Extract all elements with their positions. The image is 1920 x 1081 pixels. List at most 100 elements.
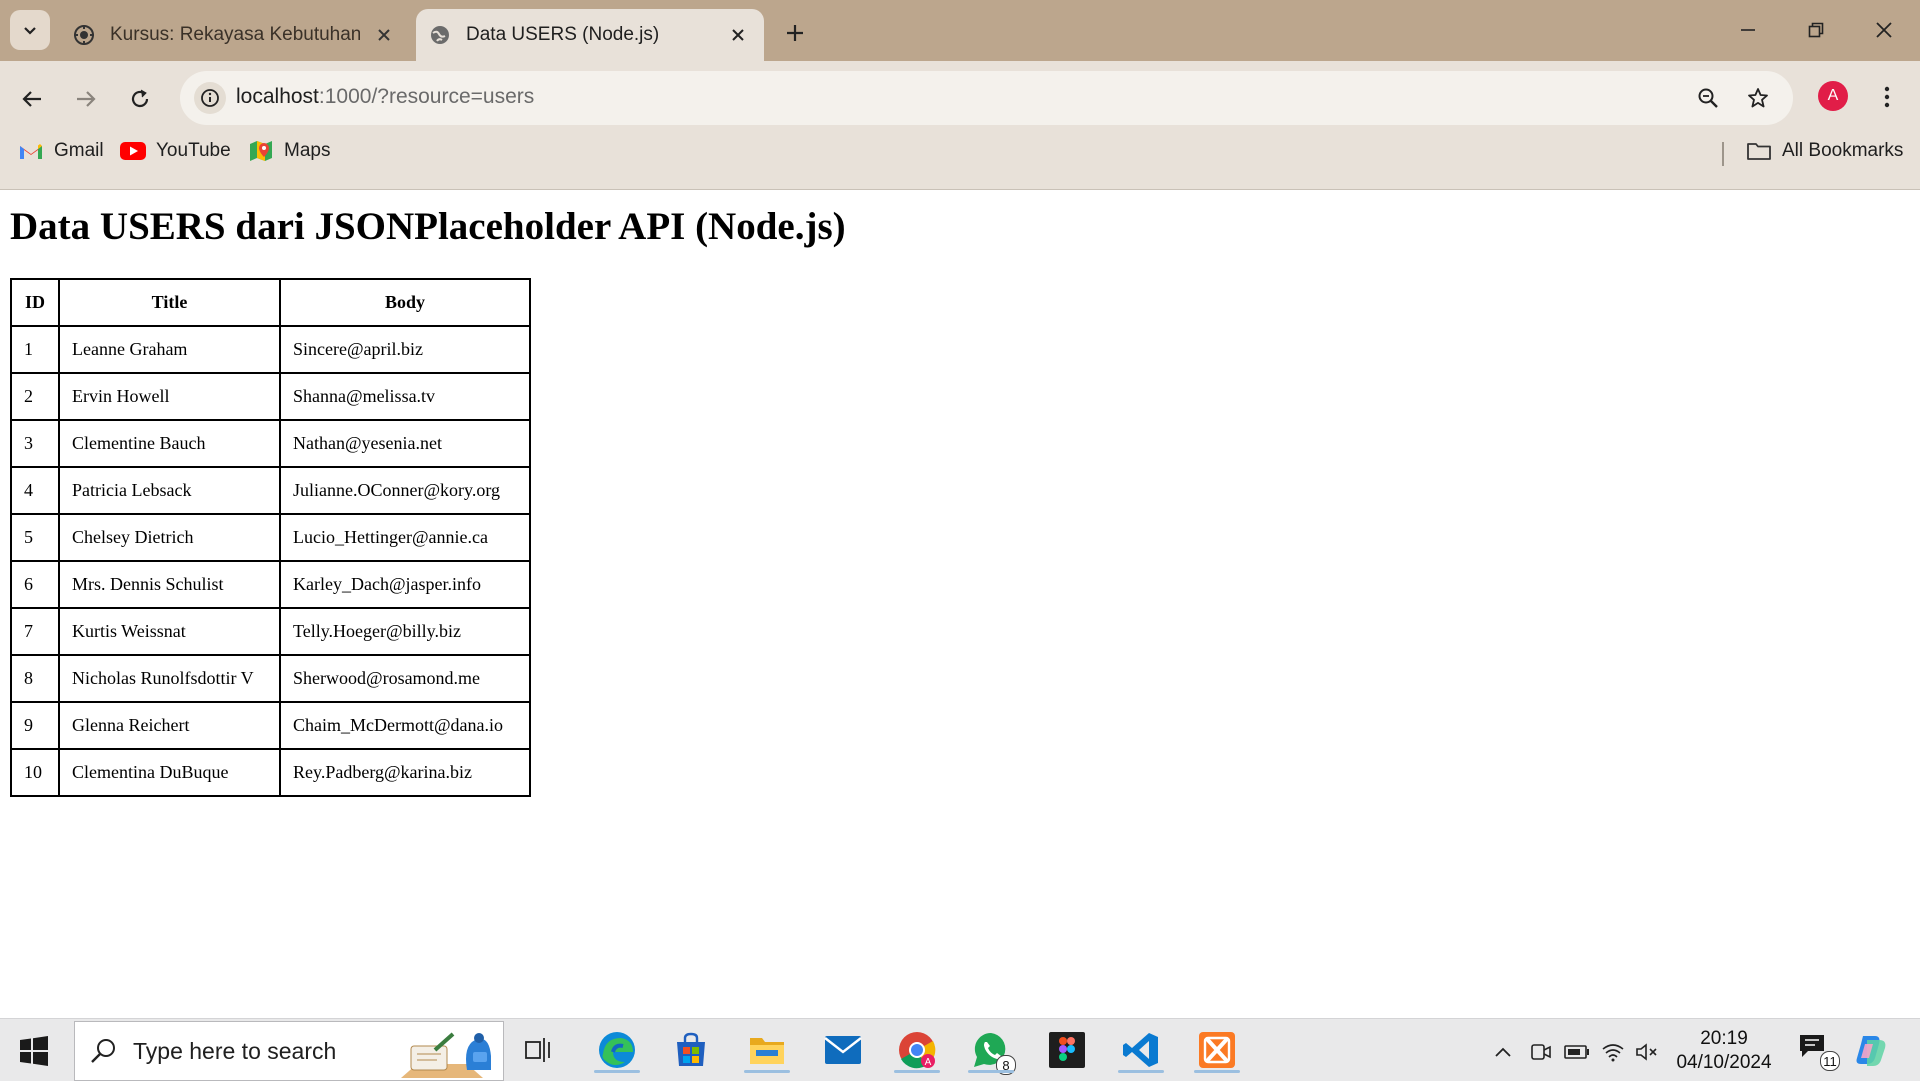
zoom-icon[interactable] [1692, 82, 1724, 114]
cell-id: 3 [11, 420, 59, 467]
all-bookmarks-button[interactable]: All Bookmarks [1746, 140, 1903, 162]
search-placeholder: Type here to search [133, 1038, 337, 1064]
minimize-button[interactable] [1726, 8, 1770, 52]
folder-icon [1746, 140, 1772, 162]
cell-body: Rey.Padberg@karina.biz [280, 749, 530, 796]
maps-icon [248, 140, 274, 162]
taskbar-search[interactable]: Type here to search [74, 1021, 504, 1081]
chevron-down-icon [24, 27, 36, 35]
taskbar-whatsapp[interactable]: 8 [968, 1027, 1016, 1075]
cell-body: Lucio_Hettinger@annie.ca [280, 514, 530, 561]
youtube-icon [120, 140, 146, 162]
vscode-icon [1123, 1033, 1158, 1067]
bookmarks-bar: Gmail YouTube Maps All Bookmarks [0, 132, 1920, 172]
browser-toolbar: localhost:1000/?resource=users A Gmail Y… [0, 61, 1920, 190]
volume-muted-icon [1636, 1043, 1657, 1061]
url-path: :1000/?resource=users [318, 85, 535, 108]
cell-id: 2 [11, 373, 59, 420]
tab-data-users[interactable]: Data USERS (Node.js) [416, 9, 764, 61]
taskbar-edge[interactable] [594, 1027, 640, 1073]
close-icon[interactable] [726, 23, 750, 47]
taskbar-figma[interactable] [1044, 1027, 1090, 1073]
column-header-id: ID [11, 279, 59, 326]
tab-strip: Kursus: Rekayasa Kebutuhan Pe Data USERS… [0, 0, 1920, 61]
task-view-button[interactable] [516, 1027, 562, 1073]
task-view-icon [525, 1038, 550, 1062]
close-icon[interactable] [372, 23, 396, 47]
table-row: 10 Clementina DuBuque Rey.Padberg@karina.b… [11, 749, 530, 796]
windows-start-button[interactable] [18, 1035, 50, 1067]
cell-body: Karley_Dach@jasper.info [280, 561, 530, 608]
svg-text:A: A [925, 1057, 932, 1068]
microsoft-store-icon [677, 1032, 705, 1066]
taskbar-xampp[interactable] [1194, 1027, 1240, 1073]
tab-kursus[interactable]: Kursus: Rekayasa Kebutuhan Pe [60, 9, 410, 61]
bookmark-gmail[interactable]: Gmail [18, 140, 104, 162]
bookmark-star-icon[interactable] [1742, 82, 1774, 114]
reload-icon [131, 89, 149, 108]
cell-title: Glenna Reichert [59, 702, 280, 749]
reload-button[interactable] [120, 79, 160, 119]
cell-title: Nicholas Runolfsdottir V [59, 655, 280, 702]
taskbar-mail[interactable] [820, 1027, 866, 1073]
table-row: 3 Clementine Bauch Nathan@yesenia.net [11, 420, 530, 467]
table-row: 8 Nicholas Runolfsdottir V Sherwood@rosamo… [11, 655, 530, 702]
chrome-icon: A [899, 1032, 936, 1069]
notification-center-button[interactable]: 11 [1798, 1033, 1840, 1071]
notification-count-badge: 11 [1820, 1051, 1840, 1071]
table-row: 2 Ervin Howell Shanna@melissa.tv [11, 373, 530, 420]
site-info-icon[interactable] [194, 82, 226, 114]
show-hidden-icons-button[interactable] [1490, 1039, 1516, 1065]
cell-title: Mrs. Dennis Schulist [59, 561, 280, 608]
system-clock[interactable]: 20:19 04/10/2024 [1666, 1027, 1782, 1075]
new-tab-button[interactable] [778, 16, 812, 50]
search-icon [91, 1039, 115, 1063]
cell-id: 7 [11, 608, 59, 655]
network-button[interactable] [1600, 1039, 1626, 1065]
cell-body: Julianne.OConner@kory.org [280, 467, 530, 514]
battery-button[interactable] [1564, 1039, 1590, 1065]
close-icon [1876, 22, 1892, 38]
taskbar-vscode[interactable] [1118, 1027, 1164, 1073]
volume-button[interactable] [1634, 1039, 1660, 1065]
restore-button[interactable] [1794, 8, 1838, 52]
table-row: 9 Glenna Reichert Chaim_McDermott@dana.io [11, 702, 530, 749]
clock-time: 20:19 [1700, 1028, 1748, 1049]
running-indicator [594, 1070, 640, 1073]
tab-search-button[interactable] [10, 10, 50, 50]
cell-title: Leanne Graham [59, 326, 280, 373]
arrow-left-icon [22, 91, 41, 107]
bookmark-maps[interactable]: Maps [248, 140, 330, 162]
url-host: localhost [236, 85, 319, 108]
taskbar-copilot[interactable] [1848, 1027, 1894, 1073]
taskbar: Type here to search A 8 20:19 04/10/2024… [0, 1018, 1920, 1081]
search-highlight-illustration-icon [401, 1032, 491, 1078]
cell-title: Clementina DuBuque [59, 749, 280, 796]
forward-button[interactable] [66, 79, 106, 119]
taskbar-file-explorer[interactable] [744, 1027, 790, 1073]
taskbar-store[interactable] [668, 1027, 714, 1073]
cell-id: 9 [11, 702, 59, 749]
bookmark-youtube[interactable]: YouTube [120, 140, 231, 162]
arrow-right-icon [77, 91, 96, 107]
taskbar-chrome[interactable]: A [894, 1027, 940, 1073]
cell-title: Chelsey Dietrich [59, 514, 280, 561]
users-table: ID Title Body 1 Leanne Graham Sincere@apri… [10, 278, 531, 797]
column-header-body: Body [280, 279, 530, 326]
window-close-button[interactable] [1862, 8, 1906, 52]
meet-now-button[interactable] [1528, 1039, 1554, 1065]
address-bar[interactable]: localhost:1000/?resource=users [180, 71, 1793, 125]
profile-avatar[interactable]: A [1818, 81, 1848, 111]
menu-button[interactable] [1872, 79, 1902, 115]
back-button[interactable] [12, 79, 52, 119]
cell-body: Sherwood@rosamond.me [280, 655, 530, 702]
cell-id: 1 [11, 326, 59, 373]
minimize-icon [1741, 29, 1755, 31]
table-row: 5 Chelsey Dietrich Lucio_Hettinger@annie.c… [11, 514, 530, 561]
table-row: 6 Mrs. Dennis Schulist Karley_Dach@jasper.… [11, 561, 530, 608]
mail-icon [824, 1036, 862, 1064]
table-row: 1 Leanne Graham Sincere@april.biz [11, 326, 530, 373]
copilot-icon [1856, 1036, 1886, 1066]
column-header-title: Title [59, 279, 280, 326]
url-text[interactable]: localhost:1000/?resource=users [236, 85, 534, 109]
